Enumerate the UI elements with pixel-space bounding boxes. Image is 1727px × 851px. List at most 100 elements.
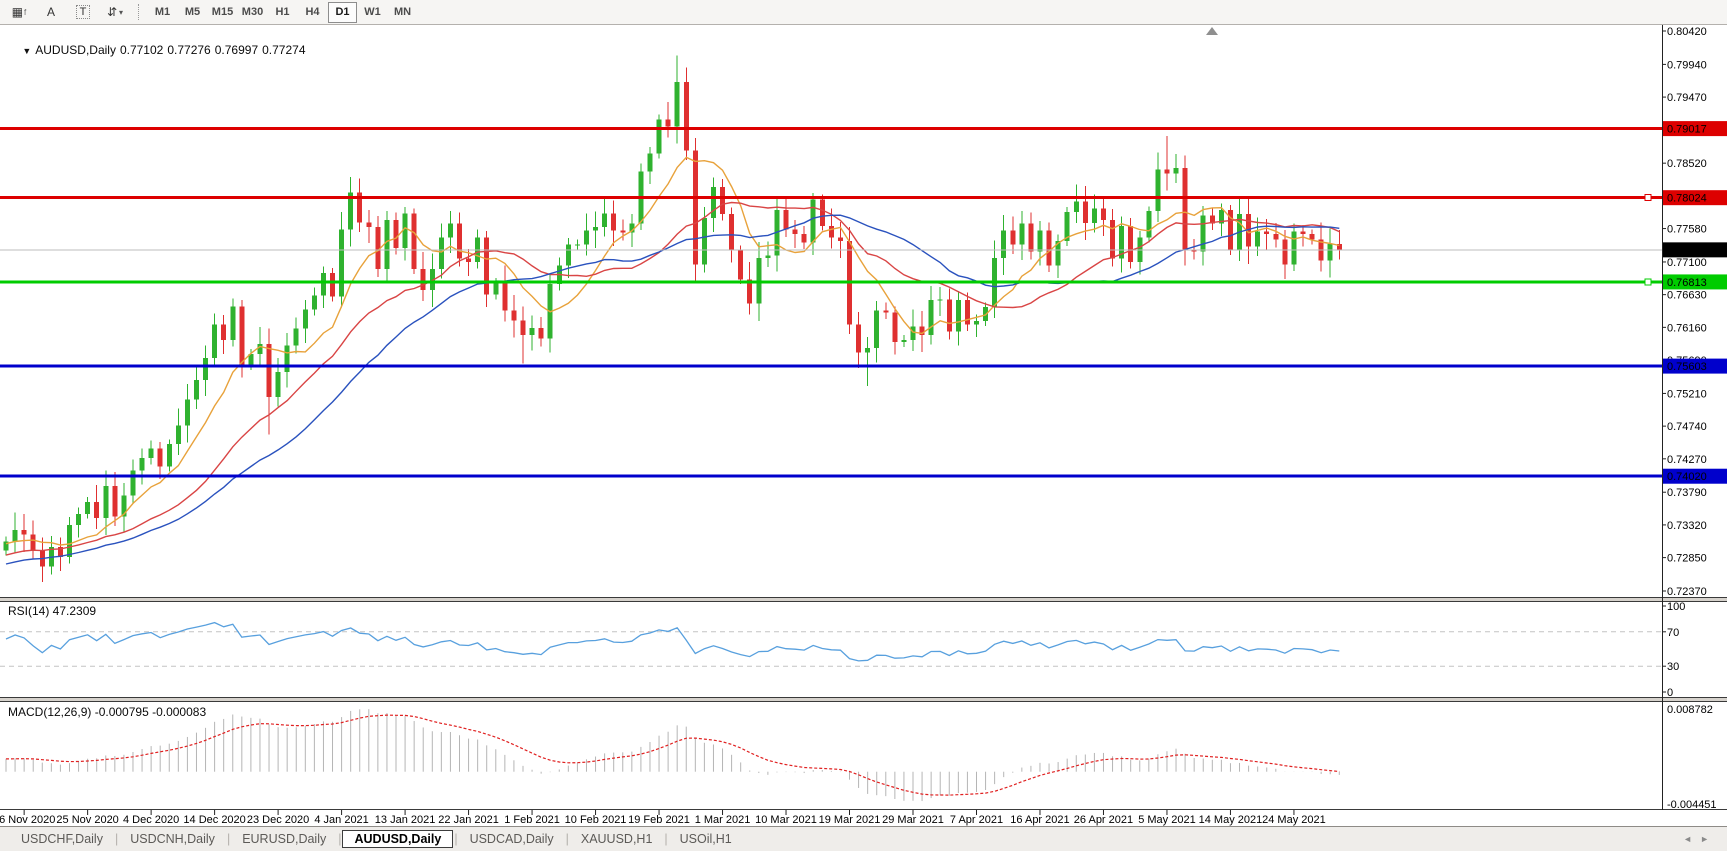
tab-usdcnh[interactable]: USDCNH,Daily bbox=[119, 830, 226, 848]
timeframe-button-mn[interactable]: MN bbox=[388, 2, 417, 23]
svg-text:14 May 2021: 14 May 2021 bbox=[1199, 814, 1263, 826]
svg-text:1 Mar 2021: 1 Mar 2021 bbox=[695, 814, 751, 826]
svg-text:0.72370: 0.72370 bbox=[1667, 586, 1707, 598]
tab-eurusd[interactable]: EURUSD,Daily bbox=[231, 830, 337, 848]
svg-text:0.78024: 0.78024 bbox=[1667, 193, 1707, 205]
svg-text:0.73320: 0.73320 bbox=[1667, 520, 1707, 532]
svg-text:0.79470: 0.79470 bbox=[1667, 92, 1707, 104]
tab-scroll-right-icon[interactable]: ► bbox=[1700, 834, 1717, 844]
symbol-tabbar: USDCHF,Daily | USDCNH,Daily | EURUSD,Daily | A… bbox=[0, 826, 1727, 851]
svg-text:0.79017: 0.79017 bbox=[1667, 124, 1707, 136]
text-t-icon: T bbox=[75, 5, 91, 19]
svg-text:0.78520: 0.78520 bbox=[1667, 158, 1707, 170]
timeframe-button-m5[interactable]: M5 bbox=[178, 2, 207, 23]
svg-text:0.77274: 0.77274 bbox=[1667, 245, 1707, 257]
tab-xauusd[interactable]: XAUUSD,H1 bbox=[570, 830, 664, 848]
tab-scroll-arrows: ◄► bbox=[1683, 834, 1717, 844]
price-axis-ticks: 0.804200.799400.794700.789900.785200.780… bbox=[1662, 26, 1707, 598]
arrows-icon: ⇵ bbox=[106, 5, 118, 19]
chevron-down-icon: ▾ bbox=[119, 7, 124, 17]
timeframe-button-m30[interactable]: M30 bbox=[238, 2, 267, 23]
toolbar: ▦ f A T ⇵ ▾ M1 M5 M15 M30 H1 H4 D1 W1 MN bbox=[0, 0, 1727, 25]
mt4-window: ▦ f A T ⇵ ▾ M1 M5 M15 M30 H1 H4 D1 W1 MN 0.80420 0… bbox=[0, 0, 1727, 851]
tab-separator: | bbox=[226, 832, 231, 846]
ohlc-high: 0.77276 bbox=[167, 43, 211, 57]
svg-text:10 Mar 2021: 10 Mar 2021 bbox=[755, 814, 817, 826]
ohlc-open: 0.77102 bbox=[119, 43, 164, 57]
svg-text:7 Apr 2021: 7 Apr 2021 bbox=[950, 814, 1003, 826]
macd-indicator-label: MACD(12,26,9) -0.000795 -0.000083 bbox=[8, 705, 207, 719]
svg-text:0.72850: 0.72850 bbox=[1667, 553, 1707, 565]
symbol-dropdown-icon[interactable]: ▼ bbox=[22, 46, 31, 56]
svg-text:0.77100: 0.77100 bbox=[1667, 257, 1707, 269]
svg-text:10 Feb 2021: 10 Feb 2021 bbox=[565, 814, 627, 826]
svg-text:29 Mar 2021: 29 Mar 2021 bbox=[882, 814, 944, 826]
ohlc-low: 0.76997 bbox=[214, 43, 259, 57]
svg-text:23 Dec 2020: 23 Dec 2020 bbox=[247, 814, 309, 826]
svg-text:-0.004451: -0.004451 bbox=[1667, 799, 1717, 811]
svg-text:0.76630: 0.76630 bbox=[1667, 290, 1707, 302]
chart-title: ▼ AUDUSD,Daily 0.77102 0.77276 0.76997 0.7727… bbox=[9, 29, 310, 71]
svg-text:16 Apr 2021: 16 Apr 2021 bbox=[1010, 814, 1069, 826]
tabbar-tabs: USDCHF,Daily | USDCNH,Daily | EURUSD,Daily | A… bbox=[10, 830, 743, 848]
svg-text:0.008782: 0.008782 bbox=[1667, 704, 1713, 716]
chart-templates-button[interactable]: ▦ f bbox=[4, 1, 34, 23]
svg-text:0.77580: 0.77580 bbox=[1667, 224, 1707, 236]
svg-text:0: 0 bbox=[1667, 687, 1673, 699]
svg-text:70: 70 bbox=[1667, 627, 1679, 639]
svg-text:0.76160: 0.76160 bbox=[1667, 322, 1707, 334]
tab-audusd[interactable]: AUDUSD,Daily bbox=[342, 830, 454, 848]
tab-usdcad[interactable]: USDCAD,Daily bbox=[459, 830, 565, 848]
hline-handle[interactable] bbox=[1644, 194, 1652, 202]
svg-text:4 Jan 2021: 4 Jan 2021 bbox=[314, 814, 368, 826]
toolbar-separator bbox=[138, 4, 140, 20]
macd-panel[interactable]: 0.008782 -0.004451 bbox=[5, 704, 1717, 811]
tab-usoil[interactable]: USOil,H1 bbox=[669, 830, 743, 848]
date-axis: 16 Nov 202025 Nov 2020 4 Dec 2020 14 Dec 2… bbox=[0, 810, 1326, 826]
tab-separator: | bbox=[565, 832, 569, 846]
svg-text:0.79940: 0.79940 bbox=[1667, 59, 1707, 71]
svg-text:14 Dec 2020: 14 Dec 2020 bbox=[183, 814, 245, 826]
svg-text:30: 30 bbox=[1667, 661, 1679, 673]
symbol-label: AUDUSD,Daily bbox=[35, 43, 116, 57]
ohlc-close: 0.77274 bbox=[262, 43, 306, 57]
hline-handle[interactable] bbox=[1644, 278, 1652, 286]
timeframe-button-w1[interactable]: W1 bbox=[358, 2, 387, 23]
svg-text:0.74270: 0.74270 bbox=[1667, 454, 1707, 466]
timeframe-button-h1[interactable]: H1 bbox=[268, 2, 297, 23]
svg-text:5 May 2021: 5 May 2021 bbox=[1138, 814, 1195, 826]
svg-text:100: 100 bbox=[1667, 601, 1685, 613]
svg-text:19 Feb 2021: 19 Feb 2021 bbox=[628, 814, 690, 826]
svg-text:19 Mar 2021: 19 Mar 2021 bbox=[819, 814, 881, 826]
rsi-indicator-label: RSI(14) 47.2309 bbox=[8, 604, 97, 618]
svg-text:0.74020: 0.74020 bbox=[1667, 471, 1707, 483]
tab-separator: | bbox=[338, 832, 342, 846]
timeframe-button-h4[interactable]: H4 bbox=[298, 2, 327, 23]
text-label-button[interactable]: A bbox=[36, 1, 66, 23]
rsi-panel[interactable]: 100 70 30 0 bbox=[0, 601, 1685, 699]
tab-usdchf[interactable]: USDCHF,Daily bbox=[10, 830, 114, 848]
grid-dots-icon: ▦ bbox=[11, 5, 24, 19]
svg-text:26 Apr 2021: 26 Apr 2021 bbox=[1074, 814, 1133, 826]
timeframe-button-d1[interactable]: D1 bbox=[328, 1, 357, 23]
arrow-objects-button[interactable]: ⇵ ▾ bbox=[100, 1, 130, 23]
svg-text:0.75210: 0.75210 bbox=[1667, 388, 1707, 400]
svg-text:0.80420: 0.80420 bbox=[1667, 26, 1707, 38]
candlesticks bbox=[3, 55, 1342, 583]
timeframe-button-m1[interactable]: M1 bbox=[148, 2, 177, 23]
panel-frames bbox=[0, 24, 1727, 810]
svg-text:0.75603: 0.75603 bbox=[1667, 361, 1707, 373]
svg-text:22 Jan 2021: 22 Jan 2021 bbox=[438, 814, 499, 826]
svg-text:0.76813: 0.76813 bbox=[1667, 277, 1707, 289]
tab-scroll-left-icon[interactable]: ◄ bbox=[1683, 834, 1700, 844]
timeframe-group: M1 M5 M15 M30 H1 H4 D1 W1 MN bbox=[148, 1, 417, 23]
chart-canvas[interactable]: 0.804200.799400.794700.789900.785200.780… bbox=[0, 0, 1727, 851]
svg-text:24 May 2021: 24 May 2021 bbox=[1262, 814, 1326, 826]
text-box-button[interactable]: T bbox=[68, 1, 98, 23]
timeframe-button-m15[interactable]: M15 bbox=[208, 2, 237, 23]
svg-text:13 Jan 2021: 13 Jan 2021 bbox=[375, 814, 436, 826]
svg-text:0.73790: 0.73790 bbox=[1667, 487, 1707, 499]
horizontal-lines bbox=[0, 127, 1662, 478]
svg-text:25 Nov 2020: 25 Nov 2020 bbox=[56, 814, 118, 826]
chart-shift-marker[interactable] bbox=[1206, 27, 1218, 35]
